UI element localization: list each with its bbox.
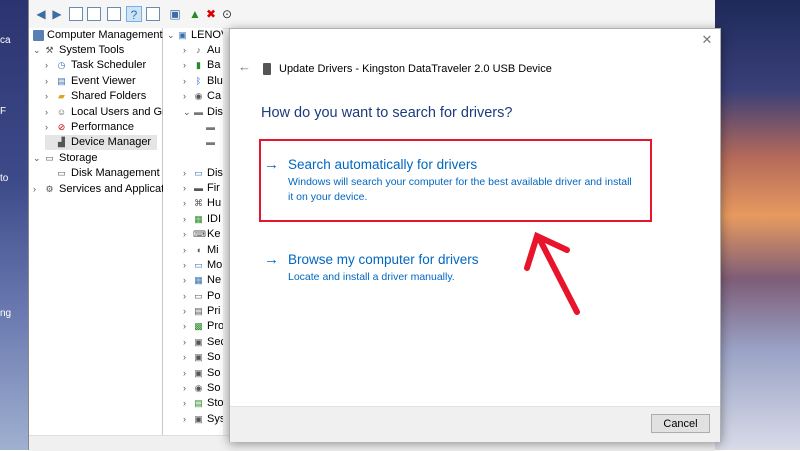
red-annotation-arrow: [524, 231, 580, 315]
annotation-arrow-icon: [524, 231, 580, 315]
